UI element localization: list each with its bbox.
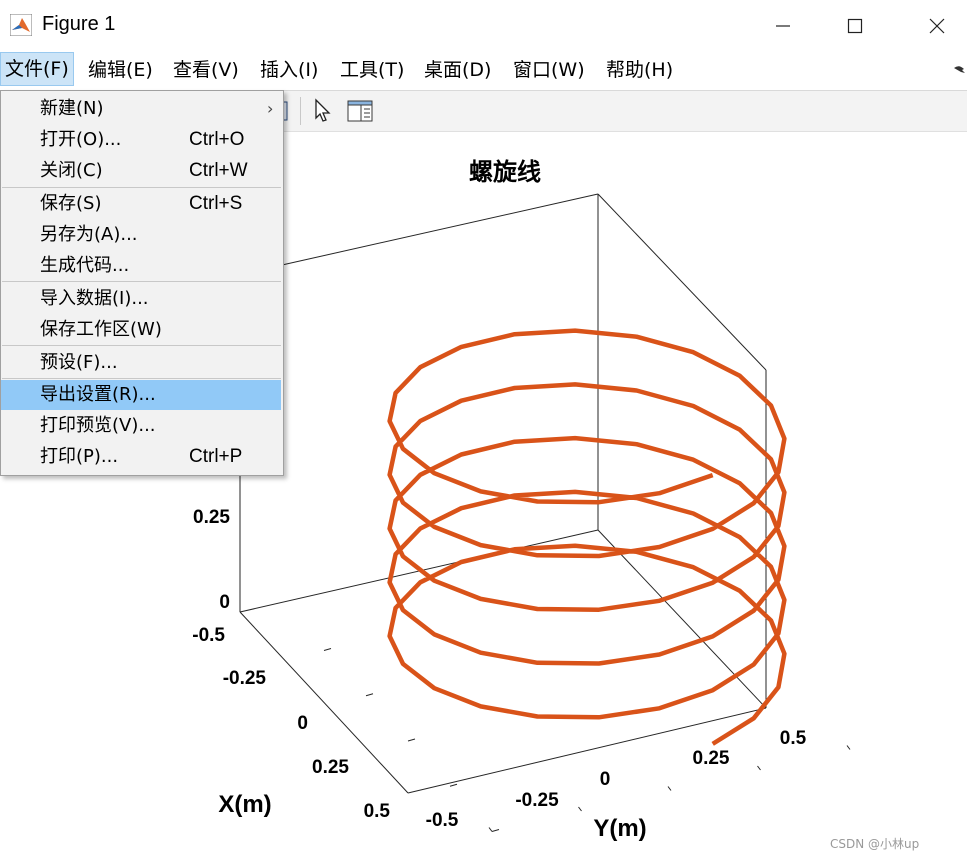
x-tick-label: -0.25: [223, 668, 267, 689]
menu-item-open[interactable]: 打开(O)... Ctrl+O: [1, 125, 281, 155]
y-axis-label: Y(m): [593, 815, 646, 842]
y-tick-label: -0.5: [426, 810, 459, 831]
menu-item-shortcut: Ctrl+O: [189, 129, 245, 150]
pointer-arrow-icon: [315, 98, 331, 122]
menu-item-label: 打开(O)...: [40, 129, 122, 150]
menu-item-generate-code[interactable]: 生成代码...: [1, 251, 281, 281]
maximize-icon: [847, 18, 863, 34]
menu-item-label: 保存(S): [40, 193, 102, 214]
axes-box: [239, 193, 767, 709]
matlab-logo-icon: [10, 14, 32, 36]
y-tick-mark: [757, 765, 761, 771]
menu-item-label: 新建(N): [40, 98, 104, 119]
y-tick-mark: [667, 786, 672, 791]
menu-item-shortcut: Ctrl+S: [189, 193, 243, 214]
menu-insert[interactable]: 插入(I): [256, 54, 322, 86]
menu-item-new[interactable]: 新建(N) ›: [1, 94, 281, 124]
submenu-arrow-icon: ›: [267, 99, 274, 118]
close-button[interactable]: [914, 10, 960, 42]
menu-bar: 文件(F) 编辑(E) 查看(V) 插入(I) 工具(T) 桌面(D) 窗口(W…: [0, 50, 967, 91]
menu-item-print-preview[interactable]: 打印预览(V)...: [1, 411, 281, 441]
menu-help[interactable]: 帮助(H): [602, 54, 677, 86]
edit-plot-button[interactable]: [307, 97, 337, 125]
maximize-button[interactable]: [832, 10, 878, 42]
menu-item-close[interactable]: 关闭(C) Ctrl+W: [1, 156, 281, 186]
y-tick-mark: [846, 745, 851, 750]
menu-item-import-data[interactable]: 导入数据(I)...: [1, 284, 281, 314]
menu-item-label: 预设(F)...: [40, 352, 118, 373]
y-tick-mark: [578, 806, 582, 812]
menu-item-shortcut: Ctrl+P: [189, 446, 243, 467]
menu-item-label: 导出设置(R)...: [40, 384, 156, 405]
x-tick-mark: [407, 738, 416, 742]
x-tick-mark: [449, 783, 458, 787]
property-inspector-button[interactable]: [345, 97, 375, 125]
property-inspector-icon: [347, 100, 373, 122]
file-menu-dropdown: 新建(N) › 打开(O)... Ctrl+O 关闭(C) Ctrl+W 保存(…: [0, 90, 284, 476]
x-tick-label: -0.5: [192, 625, 225, 646]
menu-item-save[interactable]: 保存(S) Ctrl+S: [1, 189, 281, 219]
menu-window[interactable]: 窗口(W): [509, 54, 589, 86]
x-tick-label: 0.25: [312, 757, 349, 778]
y-tick-mark: [488, 827, 493, 832]
x-tick-label: 0.5: [364, 801, 391, 822]
menu-file[interactable]: 文件(F): [0, 52, 74, 86]
x-tick-mark: [365, 693, 374, 697]
menu-separator: [2, 345, 281, 346]
menu-item-label: 保存工作区(W): [40, 319, 162, 340]
menu-separator: [2, 378, 281, 379]
menu-item-preferences[interactable]: 预设(F)...: [1, 348, 281, 378]
y-tick-label: 0.5: [780, 728, 807, 749]
dock-arrow-icon[interactable]: [952, 64, 966, 76]
chart-title: 螺旋线: [469, 158, 541, 186]
x-tick-label: 0: [297, 713, 308, 734]
menu-item-print[interactable]: 打印(P)... Ctrl+P: [1, 442, 281, 472]
y-tick-label: -0.25: [515, 790, 559, 811]
menu-item-label: 导入数据(I)...: [40, 288, 149, 309]
y-tick-label: 0.25: [693, 748, 730, 769]
z-tick-label: 0.25: [193, 507, 230, 528]
helix-curve: [387, 328, 787, 746]
menu-view[interactable]: 查看(V): [169, 54, 243, 86]
menu-item-save-as[interactable]: 另存为(A)...: [1, 220, 281, 250]
menu-item-shortcut: Ctrl+W: [189, 160, 248, 181]
menu-item-save-workspace[interactable]: 保存工作区(W): [1, 315, 281, 345]
minimize-button[interactable]: [760, 10, 806, 42]
watermark: CSDN @小林up: [830, 837, 920, 851]
window-title: Figure 1: [42, 13, 116, 35]
title-bar: Figure 1: [0, 0, 967, 50]
menu-item-label: 打印预览(V)...: [40, 415, 156, 436]
menu-item-label: 打印(P)...: [40, 446, 119, 467]
tick-marks: [323, 648, 851, 832]
x-axis-label: X(m): [218, 791, 271, 818]
y-tick-label: 0: [600, 769, 611, 790]
close-icon: [929, 18, 945, 34]
menu-item-label: 另存为(A)...: [40, 224, 138, 245]
top-right-edge: [597, 193, 767, 371]
menu-separator: [2, 281, 281, 282]
x-tick-mark: [323, 648, 332, 651]
minimize-icon: [776, 25, 790, 27]
top-left-edge: [281, 193, 599, 266]
toolbar-separator: [300, 97, 301, 125]
menu-edit[interactable]: 编辑(E): [84, 54, 157, 86]
menu-separator: [2, 187, 281, 188]
menu-item-export-setup[interactable]: 导出设置(R)...: [1, 380, 281, 410]
menu-item-label: 关闭(C): [40, 160, 103, 181]
menu-tools[interactable]: 工具(T): [336, 54, 408, 86]
menu-item-label: 生成代码...: [40, 255, 130, 276]
x-tick-mark: [491, 829, 500, 832]
z-tick-label: 0: [219, 592, 230, 613]
menu-desktop[interactable]: 桌面(D): [420, 54, 495, 86]
